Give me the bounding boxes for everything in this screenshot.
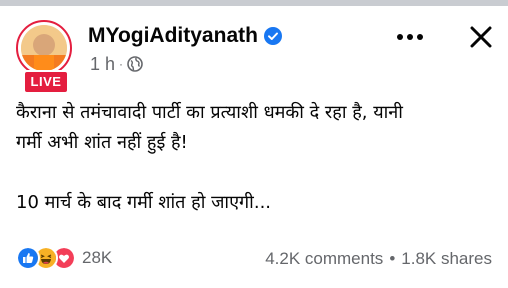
post-text-line: कैराना से तमंचावादी पार्टी का प्रत्याशी … xyxy=(16,102,403,123)
stats-separator: • xyxy=(389,249,396,268)
globe-icon xyxy=(127,56,143,72)
post-meta: 1 h · xyxy=(90,54,143,74)
post-header: MYogiAdityanath xyxy=(88,24,282,48)
verified-badge-icon xyxy=(263,27,282,45)
meta-separator: · xyxy=(119,57,124,71)
post-text-line: 10 मार्च के बाद गर्मी शांत हो जाएगी... xyxy=(16,192,272,213)
comments-count-link[interactable]: 4.2K comments xyxy=(265,249,383,269)
page-name-link[interactable]: MYogiAdityanath xyxy=(88,24,258,48)
post-message: कैराना से तमंचावादी पार्टी का प्रत्याशी … xyxy=(16,98,496,218)
like-reaction-icon xyxy=(16,246,40,270)
close-icon xyxy=(470,26,492,48)
post-text-line: गर्मी अभी शांत नहीं हुई है! xyxy=(16,132,188,153)
more-horizontal-icon xyxy=(397,34,423,40)
live-badge: LIVE xyxy=(23,70,69,94)
reaction-count: 28K xyxy=(82,248,113,267)
avatar xyxy=(21,25,67,71)
reactions-summary[interactable]: 28K xyxy=(16,246,112,270)
post-timestamp[interactable]: 1 h xyxy=(90,54,115,75)
close-button[interactable] xyxy=(466,22,496,52)
engagement-stats: 4.2K comments • 1.8K shares xyxy=(265,248,492,270)
profile-avatar-link[interactable]: LIVE xyxy=(16,20,72,94)
avatar-image xyxy=(21,25,67,71)
post-card: LIVE MYogiAdityanath 1 h · कैराना से तमं… xyxy=(0,6,508,288)
shares-count-link[interactable]: 1.8K shares xyxy=(401,249,492,269)
more-options-button[interactable] xyxy=(392,24,428,50)
